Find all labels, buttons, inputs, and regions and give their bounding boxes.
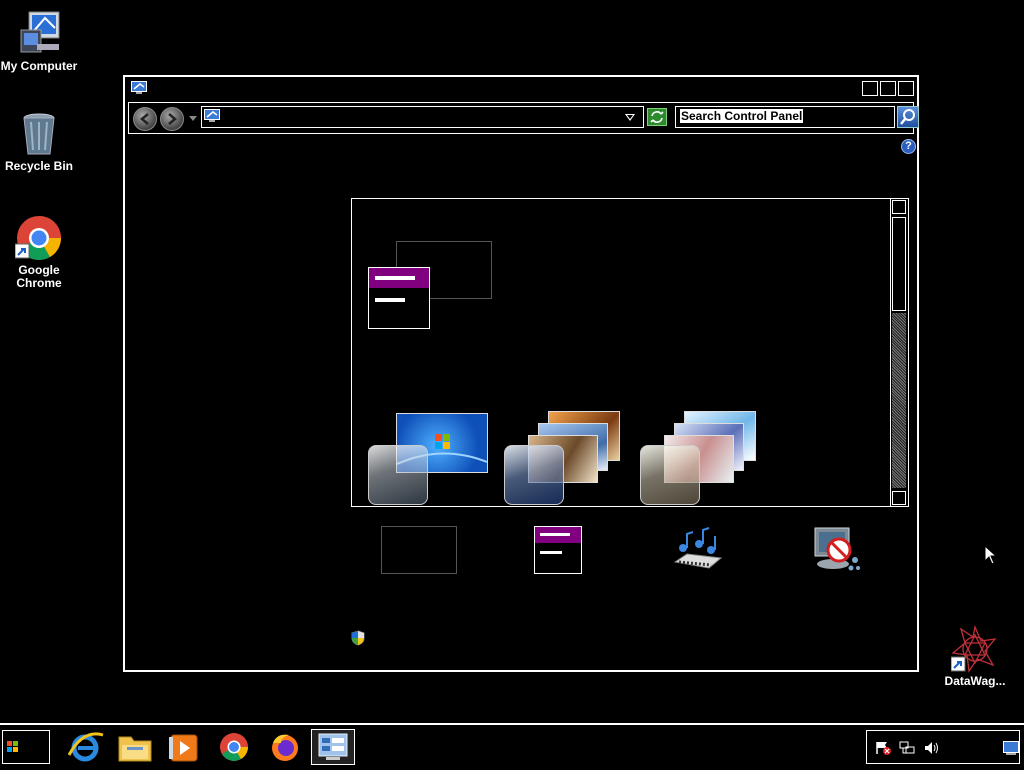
desktop-icon-datawag[interactable]: DataWag...	[936, 624, 1014, 688]
window-color-icon[interactable]	[534, 526, 582, 574]
glass-color-swatch	[640, 445, 700, 505]
control-panel-icon	[204, 109, 220, 123]
taskbar-chrome[interactable]	[212, 729, 256, 765]
sounds-icon[interactable]	[673, 526, 723, 574]
taskbar	[0, 723, 1024, 768]
taskbar-internet-explorer[interactable]	[63, 729, 107, 765]
landscapes-theme[interactable]	[640, 411, 780, 506]
desktop-icon-label: DataWag...	[944, 674, 1006, 688]
title-bar-sample	[535, 527, 581, 543]
volume-icon[interactable]	[923, 741, 939, 755]
taskbar-control-panel[interactable]	[311, 729, 355, 765]
vertical-scrollbar[interactable]	[890, 199, 908, 506]
refresh-button[interactable]	[647, 108, 667, 126]
back-button[interactable]	[133, 107, 157, 131]
screen-saver-icon[interactable]	[811, 524, 863, 576]
navigation-bar: Search Control Panel	[128, 102, 919, 134]
glass-color-swatch	[368, 445, 428, 505]
scroll-track[interactable]	[892, 313, 906, 488]
mouse-cursor-icon	[984, 544, 998, 565]
desktop-background-icon[interactable]	[381, 526, 457, 574]
chrome-icon	[14, 214, 63, 262]
scroll-up-button[interactable]	[892, 200, 906, 214]
uac-shield-icon	[351, 630, 365, 646]
search-placeholder: Search Control Panel	[680, 109, 804, 123]
high-contrast-theme-preview[interactable]	[368, 267, 430, 329]
themes-list	[351, 198, 909, 507]
text-sample	[540, 551, 562, 554]
architecture-theme[interactable]	[504, 411, 644, 506]
refresh-icon	[650, 111, 664, 123]
taskbar-media-player[interactable]	[161, 729, 205, 765]
desktop-icon-label: Google Chrome	[16, 263, 62, 290]
control-panel-icon	[318, 733, 348, 760]
title-bar-sample	[369, 268, 429, 288]
desktop-icon-recycle-bin[interactable]: Recycle Bin	[0, 110, 78, 173]
glass-color-swatch	[504, 445, 564, 505]
close-button[interactable]	[898, 81, 914, 96]
desktop-icon-google-chrome[interactable]: Google Chrome	[0, 214, 78, 290]
scroll-thumb[interactable]	[892, 217, 906, 311]
file-explorer-icon	[118, 736, 152, 762]
text-sample	[375, 298, 405, 302]
back-arrow-icon	[140, 113, 149, 125]
media-player-icon	[169, 734, 198, 762]
desktop-icon-label: My Computer	[0, 59, 78, 73]
search-input[interactable]: Search Control Panel	[675, 106, 895, 128]
desktop-icon-label: Recycle Bin	[4, 159, 74, 173]
scroll-down-button[interactable]	[892, 491, 906, 505]
start-button[interactable]	[2, 730, 50, 764]
windows-logo-icon	[7, 741, 18, 752]
network-icon[interactable]	[899, 741, 915, 755]
recent-pages-dropdown[interactable]	[189, 116, 197, 121]
computer-icon	[15, 10, 63, 58]
help-icon: ?	[905, 140, 912, 152]
forward-button[interactable]	[160, 107, 184, 131]
search-icon	[900, 109, 915, 125]
notification-area	[866, 730, 1020, 764]
control-panel-window[interactable]: Search Control Panel ?	[123, 75, 919, 672]
window-controls	[862, 81, 914, 96]
show-desktop-icon[interactable]	[1003, 741, 1019, 755]
datawag-icon	[950, 624, 999, 673]
taskbar-file-explorer[interactable]	[113, 729, 157, 765]
recycle-bin-icon	[15, 110, 63, 158]
internet-explorer-icon	[67, 732, 104, 762]
address-dropdown-icon[interactable]	[625, 114, 635, 121]
address-bar[interactable]	[201, 106, 644, 128]
maximize-button[interactable]	[880, 81, 896, 96]
forward-arrow-icon	[168, 113, 177, 125]
search-button[interactable]	[897, 106, 919, 128]
taskbar-firefox[interactable]	[263, 729, 307, 765]
chrome-icon	[220, 733, 248, 761]
action-center-icon[interactable]	[875, 741, 891, 755]
minimize-button[interactable]	[862, 81, 878, 96]
windows-7-theme[interactable]	[368, 413, 508, 506]
control-panel-icon	[131, 81, 147, 95]
help-button[interactable]: ?	[901, 139, 916, 154]
desktop-icon-my-computer[interactable]: My Computer	[0, 10, 78, 73]
firefox-icon	[272, 734, 298, 761]
